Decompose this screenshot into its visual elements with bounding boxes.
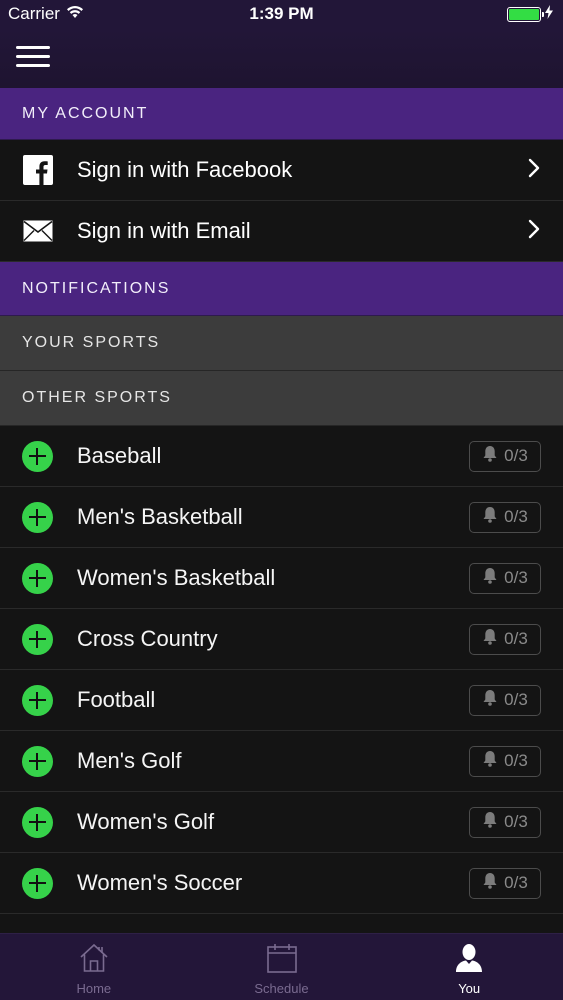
add-sport-button[interactable] bbox=[22, 867, 53, 899]
bell-icon bbox=[482, 506, 498, 528]
notification-count: 0/3 bbox=[504, 751, 528, 770]
chevron-right-icon bbox=[527, 219, 541, 244]
notification-count-button[interactable]: 0/3 bbox=[469, 745, 541, 777]
notification-count: 0/3 bbox=[504, 629, 528, 648]
add-sport-button[interactable] bbox=[22, 501, 53, 533]
sport-name: Cross Country bbox=[77, 626, 218, 651]
envelope-icon bbox=[22, 216, 54, 246]
battery-level bbox=[509, 8, 539, 20]
tab-home-label: Home bbox=[76, 981, 112, 996]
notification-count-button[interactable]: 0/3 bbox=[469, 867, 541, 899]
facebook-sign-in-row[interactable]: Sign in with Facebook bbox=[0, 140, 563, 201]
sport-name: Men's Golf bbox=[77, 748, 182, 773]
notification-count-button[interactable]: 0/3 bbox=[469, 684, 541, 716]
bell-icon bbox=[482, 445, 498, 467]
add-sport-button[interactable] bbox=[22, 440, 53, 472]
notification-count: 0/3 bbox=[504, 568, 528, 587]
house-icon bbox=[78, 942, 110, 981]
carrier-label: Carrier bbox=[8, 4, 60, 23]
status-bar: Carrier 1:39 PM bbox=[0, 0, 563, 28]
notification-count-button[interactable]: 0/3 bbox=[469, 806, 541, 838]
sport-row: Men's Basketball 0/3 bbox=[0, 487, 563, 548]
sport-name: Football bbox=[77, 687, 156, 712]
tab-schedule[interactable]: Schedule bbox=[188, 934, 376, 1000]
sport-row: Baseball 0/3 bbox=[0, 426, 563, 487]
notification-count: 0/3 bbox=[504, 812, 528, 831]
sport-row: Women's Soccer 0/3 bbox=[0, 853, 563, 914]
person-icon bbox=[453, 942, 485, 981]
notification-count: 0/3 bbox=[504, 690, 528, 709]
sport-row: Women's Golf 0/3 bbox=[0, 792, 563, 853]
sports-list: Baseball 0/3 Men's Basketball 0/3 Women's Ba… bbox=[0, 426, 563, 914]
add-sport-button[interactable] bbox=[22, 623, 53, 655]
sport-row: Football 0/3 bbox=[0, 670, 563, 731]
email-sign-in-label: Sign in with Email bbox=[77, 218, 251, 243]
hamburger-menu-icon[interactable] bbox=[16, 46, 50, 70]
notification-count-button[interactable]: 0/3 bbox=[469, 501, 541, 533]
status-time: 1:39 PM bbox=[249, 4, 314, 23]
bell-icon bbox=[482, 811, 498, 833]
tab-you-label: You bbox=[458, 981, 481, 996]
add-sport-button[interactable] bbox=[22, 806, 53, 838]
section-header-my-account: MY ACCOUNT bbox=[0, 88, 563, 140]
tab-you[interactable]: You bbox=[375, 934, 563, 1000]
sport-name: Women's Soccer bbox=[77, 870, 243, 895]
wifi-icon bbox=[66, 4, 84, 24]
bell-icon bbox=[482, 689, 498, 711]
calendar-icon bbox=[266, 942, 298, 981]
charging-icon bbox=[545, 4, 553, 24]
sport-name: Baseball bbox=[77, 443, 162, 468]
tab-home[interactable]: Home bbox=[0, 934, 188, 1000]
notification-count: 0/3 bbox=[504, 873, 528, 892]
sport-row: Men's Golf 0/3 bbox=[0, 731, 563, 792]
section-header-other-sports: OTHER SPORTS bbox=[0, 371, 563, 426]
navigation-bar bbox=[0, 28, 563, 88]
bell-icon bbox=[482, 872, 498, 894]
add-sport-button[interactable] bbox=[22, 684, 53, 716]
settings-list[interactable]: MY ACCOUNT Sign in with Facebook Sign in… bbox=[0, 88, 563, 933]
notification-count-button[interactable]: 0/3 bbox=[469, 440, 541, 472]
notification-count: 0/3 bbox=[504, 507, 528, 526]
add-sport-button[interactable] bbox=[22, 745, 53, 777]
sport-name: Women's Golf bbox=[77, 809, 215, 834]
section-header-notifications: NOTIFICATIONS bbox=[0, 262, 563, 316]
status-right bbox=[507, 4, 553, 24]
notification-count: 0/3 bbox=[504, 446, 528, 465]
status-left: Carrier bbox=[8, 4, 84, 24]
section-header-your-sports: YOUR SPORTS bbox=[0, 316, 563, 371]
notification-count-button[interactable]: 0/3 bbox=[469, 562, 541, 594]
facebook-sign-in-label: Sign in with Facebook bbox=[77, 157, 293, 182]
email-sign-in-row[interactable]: Sign in with Email bbox=[0, 201, 563, 262]
facebook-icon bbox=[22, 155, 54, 185]
add-sport-button[interactable] bbox=[22, 562, 53, 594]
bell-icon bbox=[482, 628, 498, 650]
bell-icon bbox=[482, 750, 498, 772]
sport-name: Men's Basketball bbox=[77, 504, 243, 529]
sport-row: Women's Basketball 0/3 bbox=[0, 548, 563, 609]
sport-row: Cross Country 0/3 bbox=[0, 609, 563, 670]
chevron-right-icon bbox=[527, 158, 541, 183]
notification-count-button[interactable]: 0/3 bbox=[469, 623, 541, 655]
tab-schedule-label: Schedule bbox=[254, 981, 309, 996]
battery-icon bbox=[507, 6, 544, 22]
sport-name: Women's Basketball bbox=[77, 565, 276, 590]
tab-bar: Home Schedule You bbox=[0, 933, 563, 1000]
bell-icon bbox=[482, 567, 498, 589]
